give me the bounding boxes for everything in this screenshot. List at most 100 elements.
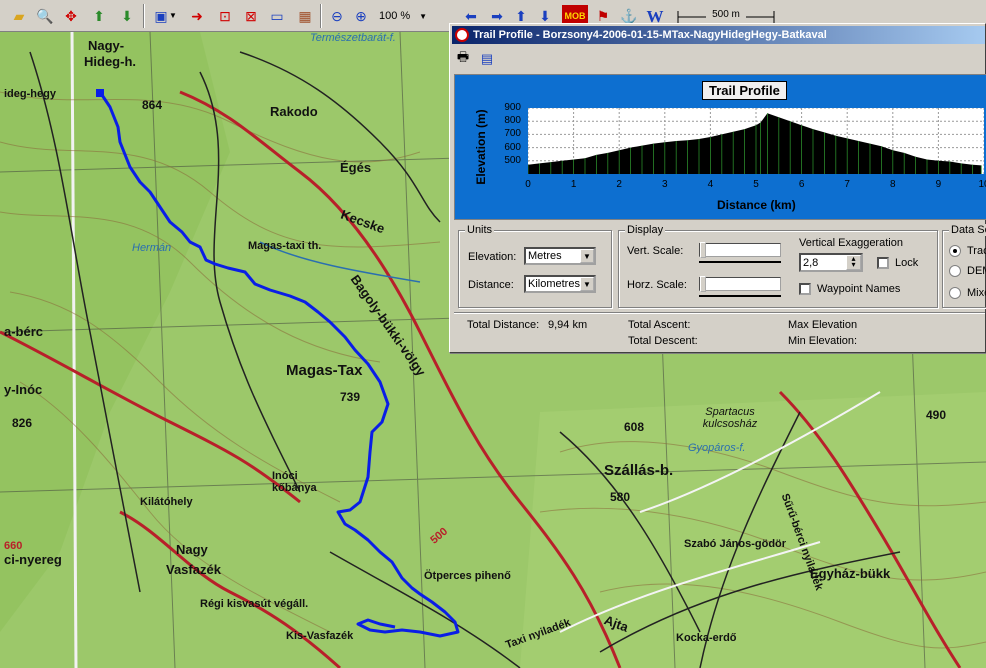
x-tick-label: 5 xyxy=(753,179,759,190)
waypoint-names-label: Waypoint Names xyxy=(817,283,901,295)
vert-scale-slider[interactable] xyxy=(699,242,781,258)
trail-profile-window: Trail Profile - Borzsony4-2006-01-15-MTa… xyxy=(449,23,986,353)
x-tick-label: 8 xyxy=(890,179,896,190)
table-icon[interactable]: ▤ xyxy=(478,50,496,68)
map-label: Régi kisvasút végáll. xyxy=(200,598,309,610)
distance-label: Distance: xyxy=(468,279,514,291)
window-title: Trail Profile - Borzsony4-2006-01-15-MTa… xyxy=(473,29,827,41)
data-source-track-label: Trac xyxy=(967,245,986,257)
distance-units-select[interactable]: Kilometres ▼ xyxy=(524,275,596,293)
map-label: Szabó János-gödör xyxy=(684,538,787,550)
data-source-group: Data So Trac DEM Mixe xyxy=(942,224,986,308)
map-label: Hideg-h. xyxy=(84,54,136,69)
move-arrows-icon[interactable]: ✥ xyxy=(60,5,82,27)
chart-title: Trail Profile xyxy=(702,81,787,100)
map-label: Kis-Vasfazék xyxy=(286,630,354,642)
x-tick-label: 6 xyxy=(798,179,805,190)
lock-checkbox[interactable] xyxy=(877,257,889,269)
map-label: Nagy xyxy=(176,542,208,557)
x-tick-label: 4 xyxy=(707,179,714,190)
x-tick-label: 2 xyxy=(616,179,622,190)
y-tick-label: 500 xyxy=(504,154,521,166)
layer-up-icon[interactable]: ⬆ xyxy=(88,5,110,27)
zoom-in-icon[interactable]: ⊕ xyxy=(350,5,372,27)
layer-down-icon[interactable]: ⬇ xyxy=(116,5,138,27)
zoom-out-icon[interactable]: ⊖ xyxy=(326,5,348,27)
elevation-units-value: Metres xyxy=(528,250,562,262)
window-titlebar[interactable]: Trail Profile - Borzsony4-2006-01-15-MTa… xyxy=(452,26,985,44)
total-ascent-label: Total Ascent: xyxy=(628,319,691,331)
max-elevation-label: Max Elevation xyxy=(788,319,858,331)
map-label: Ötperces pihenő xyxy=(424,570,511,582)
min-elevation-label: Min Elevation: xyxy=(788,335,858,347)
print-icon[interactable]: 🖶 xyxy=(454,49,472,68)
map-label: Gyopáros-f. xyxy=(688,442,746,454)
map-label: Vasfazék xyxy=(166,562,221,577)
scale-bar-label: 500 m xyxy=(706,9,746,20)
map-label: 739 xyxy=(340,390,361,404)
data-source-mixed-radio[interactable] xyxy=(949,287,961,299)
data-source-dem-radio[interactable] xyxy=(949,265,961,277)
map-label: Égés xyxy=(340,160,372,175)
data-source-track-radio[interactable] xyxy=(949,245,961,257)
map-label: Természetbarát-f. xyxy=(310,32,396,44)
route-stop-icon[interactable]: ⊡ xyxy=(214,5,236,27)
map-label: 580 xyxy=(610,490,631,504)
chevron-down-icon[interactable]: ▼ xyxy=(580,277,594,291)
horz-scale-slider[interactable] xyxy=(699,276,781,292)
window-toolbar: 🖶 ▤ xyxy=(454,48,496,70)
photo-icon[interactable]: ▦ xyxy=(294,5,316,27)
find-icon[interactable]: 🔍 xyxy=(34,5,56,27)
map-label: Magas-Tax xyxy=(286,362,363,379)
window-icon[interactable]: ▭ xyxy=(266,5,288,27)
data-source-mixed-label: Mixe xyxy=(967,287,986,299)
map-label: Spartacus kulcsosház xyxy=(702,406,758,430)
data-source-label: Data So xyxy=(949,224,986,236)
map-label: Egyház-bükk xyxy=(810,566,891,581)
dropdown-arrow-icon[interactable]: ▼ xyxy=(168,5,178,27)
spinner-arrows-icon[interactable]: ▴ ▾ xyxy=(846,255,861,270)
map-label: Kocka-erdő xyxy=(676,632,737,644)
map-label: Hermán xyxy=(132,242,172,254)
map-label: Nagy- xyxy=(88,38,125,53)
map-label: 608 xyxy=(624,420,645,434)
route-edit-icon[interactable]: ⊠ xyxy=(240,5,262,27)
zoom-value: 100 % xyxy=(379,10,411,22)
units-group: Units Elevation: Metres ▼ Distance: Kilo… xyxy=(458,224,612,308)
vertical-exaggeration-spinner[interactable]: 2,8 ▴ ▾ xyxy=(799,253,863,272)
map-label: ideg-hegy xyxy=(4,88,56,100)
map-label: 864 xyxy=(142,98,163,112)
total-distance-value: 9,94 km xyxy=(548,319,588,331)
elevation-label: Elevation: xyxy=(468,251,517,263)
lock-label: Lock xyxy=(895,257,919,269)
x-tick-label: 7 xyxy=(844,179,850,190)
map-label: Magas-taxi th. xyxy=(248,240,322,252)
data-source-dem-label: DEM xyxy=(967,265,986,277)
vertical-exaggeration-value: 2,8 xyxy=(803,256,819,269)
y-axis-label: Elevation (m) xyxy=(474,109,488,185)
display-label: Display xyxy=(625,224,666,236)
open-folder-icon[interactable]: ▰ xyxy=(8,5,30,27)
vertical-exaggeration-label: Vertical Exaggeration xyxy=(799,237,903,249)
zoom-select[interactable]: 100 % ▼ xyxy=(376,6,430,26)
display-group: Display Vert. Scale: Horz. Scale: Vertic… xyxy=(618,224,938,308)
units-label: Units xyxy=(465,224,495,236)
map-label: y-Inóc xyxy=(4,382,43,397)
route-forward-icon[interactable]: ➜ xyxy=(186,5,208,27)
map-label: a-bérc xyxy=(4,324,44,339)
slider-thumb[interactable] xyxy=(700,242,706,258)
waypoint-names-checkbox[interactable] xyxy=(799,283,811,295)
elevation-units-select[interactable]: Metres ▼ xyxy=(524,247,596,265)
total-distance-label: Total Distance: xyxy=(467,319,540,331)
chevron-down-icon[interactable]: ▼ xyxy=(580,249,594,263)
distance-units-value: Kilometres xyxy=(528,278,580,290)
trail-profile-chart: Trail Profile Elevation (m) Distance (km… xyxy=(454,74,986,220)
map-label: 490 xyxy=(926,408,947,422)
map-label: Rakodo xyxy=(270,104,318,119)
map-label: Inóci kőbánya xyxy=(272,470,317,494)
app-icon xyxy=(455,28,469,42)
stats-divider xyxy=(454,312,985,314)
map-label: Kilátóhely xyxy=(140,496,193,508)
x-tick-label: 0 xyxy=(525,179,531,190)
slider-thumb[interactable] xyxy=(700,276,706,292)
